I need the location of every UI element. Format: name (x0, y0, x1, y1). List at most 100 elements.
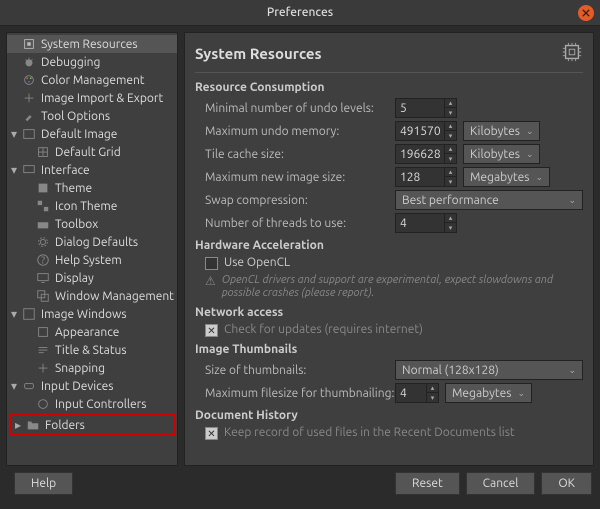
dialog-footer: Help Reset Cancel OK (0, 466, 600, 500)
image-icon (21, 126, 37, 142)
chevron-down-icon: ⌄ (535, 172, 543, 183)
threads-label: Number of threads to use: (195, 217, 395, 230)
spin-down[interactable]: ▾ (445, 108, 456, 117)
max-image-unit-dropdown[interactable]: Megabytes⌄ (463, 167, 550, 187)
threads-spinner[interactable]: ▴▾ (395, 213, 457, 233)
close-icon (582, 9, 590, 17)
ok-button[interactable]: OK (541, 472, 592, 495)
opencl-checkbox[interactable] (205, 257, 218, 270)
opencl-label: Use OpenCL (224, 256, 290, 269)
tile-cache-spinner[interactable]: ▴▾ (395, 144, 457, 164)
spin-up[interactable]: ▴ (445, 99, 456, 108)
undo-levels-input[interactable] (396, 102, 444, 115)
thumb-max-input[interactable] (396, 387, 426, 400)
undo-memory-unit-dropdown[interactable]: Kilobytes⌄ (463, 121, 540, 141)
sidebar-item-dialog-defaults[interactable]: Dialog Defaults (7, 233, 177, 251)
expand-icon[interactable]: ▸ (11, 418, 25, 432)
collapse-icon[interactable]: ▾ (7, 163, 21, 177)
toolbox-icon (35, 216, 51, 232)
collapse-icon[interactable]: ▾ (7, 307, 21, 321)
sidebar-item-color-management[interactable]: Color Management (7, 71, 177, 89)
thumb-size-label: Size of thumbnails: (195, 364, 395, 377)
window-title: Preferences (267, 6, 333, 19)
sidebar-item-appearance[interactable]: Appearance (7, 323, 177, 341)
sidebar-item-help-system[interactable]: ?Help System (7, 251, 177, 269)
thumb-max-unit-dropdown[interactable]: Megabytes⌄ (445, 383, 532, 403)
max-image-spinner[interactable]: ▴▾ (395, 167, 457, 187)
sidebar-item-interface[interactable]: ▾Interface (7, 161, 177, 179)
tile-cache-input[interactable] (396, 148, 444, 161)
thumb-size-dropdown[interactable]: Normal (128x128)⌄ (395, 360, 583, 380)
sidebar-item-default-grid[interactable]: Default Grid (7, 143, 177, 161)
svg-text:?: ? (41, 254, 45, 266)
sidebar-item-title-status[interactable]: Title & Status (7, 341, 177, 359)
windows-icon (35, 288, 51, 304)
undo-memory-input[interactable] (396, 125, 444, 138)
sidebar-item-window-management[interactable]: Window Management (7, 287, 177, 305)
max-image-label: Maximum new image size: (195, 171, 395, 184)
sidebar-item-input-devices[interactable]: ▾Input Devices (7, 377, 177, 395)
updates-checkbox[interactable]: ✕ (205, 324, 218, 337)
theme-icon (35, 180, 51, 196)
cancel-button[interactable]: Cancel (466, 472, 536, 495)
sidebar-item-folders[interactable]: ▸Folders (11, 416, 173, 434)
opencl-hint: OpenCL drivers and support are experimen… (222, 274, 583, 300)
display-icon (35, 270, 51, 286)
help-button[interactable]: Help (14, 472, 73, 495)
sidebar-item-debugging[interactable]: Debugging (7, 53, 177, 71)
swap-compression-dropdown[interactable]: Best performance⌄ (395, 190, 583, 210)
tile-cache-unit-dropdown[interactable]: Kilobytes⌄ (463, 144, 540, 164)
collapse-icon[interactable]: ▾ (7, 379, 21, 393)
settings-panel: System Resources Resource Consumption Mi… (184, 32, 594, 466)
wrench-icon (21, 108, 37, 124)
thumb-max-label: Maximum filesize for thumbnailing: (195, 387, 395, 400)
chevron-down-icon: ⌄ (517, 388, 525, 399)
import-export-icon (21, 90, 37, 106)
sidebar-item-tool-options[interactable]: Tool Options (7, 107, 177, 125)
undo-levels-spinner[interactable]: ▴▾ (395, 98, 457, 118)
sidebar-item-toolbox[interactable]: Toolbox (7, 215, 177, 233)
title-icon (35, 342, 51, 358)
appearance-icon (35, 324, 51, 340)
sidebar-item-input-controllers[interactable]: Input Controllers (7, 395, 177, 413)
thumb-max-spinner[interactable]: ▴▾ (395, 383, 439, 403)
reset-button[interactable]: Reset (395, 472, 460, 495)
sidebar-item-icon-theme[interactable]: Icon Theme (7, 197, 177, 215)
section-hardware: Hardware Acceleration (195, 239, 583, 252)
keep-record-checkbox[interactable]: ✕ (205, 427, 218, 440)
tile-cache-label: Tile cache size: (195, 148, 395, 161)
section-thumbnails: Image Thumbnails (195, 343, 583, 356)
palette-icon (21, 72, 37, 88)
keep-record-label: Keep record of used files in the Recent … (224, 426, 515, 439)
threads-input[interactable] (396, 217, 444, 230)
titlebar: Preferences (0, 0, 600, 26)
warning-icon: ⚠ (205, 274, 216, 288)
preferences-tree[interactable]: System Resources Debugging Color Managem… (6, 32, 178, 466)
sidebar-item-image-windows[interactable]: ▾Image Windows (7, 305, 177, 323)
sidebar-item-snapping[interactable]: Snapping (7, 359, 177, 377)
undo-memory-spinner[interactable]: ▴▾ (395, 121, 457, 141)
sidebar-item-theme[interactable]: Theme (7, 179, 177, 197)
sidebar-item-import-export[interactable]: Image Import & Export (7, 89, 177, 107)
close-button[interactable] (578, 5, 594, 21)
collapse-icon[interactable]: ▾ (7, 127, 21, 141)
snap-icon (35, 360, 51, 376)
page-title: System Resources (195, 45, 322, 62)
max-image-input[interactable] (396, 171, 444, 184)
updates-label: Check for updates (requires internet) (224, 323, 423, 336)
folder-icon (25, 417, 41, 433)
icon-theme-icon (35, 198, 51, 214)
chevron-down-icon: ⌄ (526, 149, 534, 160)
image-window-icon (21, 306, 37, 322)
help-icon: ? (35, 252, 51, 268)
chip-icon (21, 36, 37, 52)
sidebar-item-display[interactable]: Display (7, 269, 177, 287)
grid-icon (35, 144, 51, 160)
chevron-down-icon: ⌄ (568, 365, 576, 376)
bug-icon (21, 54, 37, 70)
sidebar-item-system-resources[interactable]: System Resources (7, 35, 177, 53)
sidebar-item-default-image[interactable]: ▾Default Image (7, 125, 177, 143)
controller-icon (35, 396, 51, 412)
chip-icon (561, 41, 583, 66)
undo-memory-label: Maximum undo memory: (195, 125, 395, 138)
